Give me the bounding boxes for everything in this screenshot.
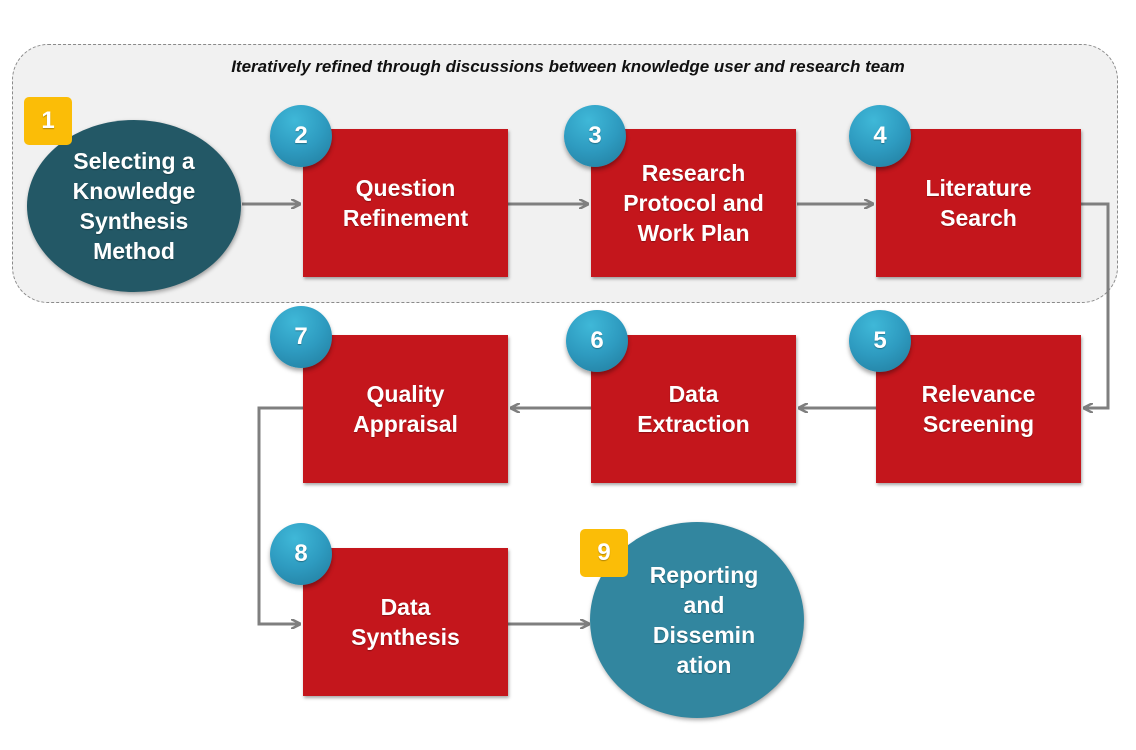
step-5-number: 5 (873, 327, 887, 354)
arrow-7-to-8 (257, 406, 303, 624)
step-2-question-refinement: Question Refinement (303, 129, 508, 277)
step-6-number: 6 (590, 327, 604, 354)
arrow-4-to-5 (1080, 202, 1110, 408)
step-1-number-badge: 1 (24, 97, 72, 145)
step-3-number-badge: 3 (564, 105, 626, 167)
step-5-label: Relevance Screening (921, 381, 1036, 437)
step-1-label: Selecting a Knowledge Synthesis Method (72, 148, 196, 264)
step-8-number: 8 (294, 540, 308, 567)
step-1-number: 1 (41, 107, 55, 134)
step-4-number-badge: 4 (849, 105, 911, 167)
step-4-label: Literature Search (925, 175, 1032, 231)
step-7-number: 7 (294, 323, 308, 350)
step-7-number-badge: 7 (270, 306, 332, 368)
step-3-number: 3 (588, 122, 602, 149)
step-6-label: Data Extraction (637, 381, 750, 437)
step-2-label: Question Refinement (342, 175, 469, 231)
step-8-label: Data Synthesis (351, 594, 460, 650)
step-1-selecting-method: Selecting a Knowledge Synthesis Method (27, 120, 241, 292)
step-9-number: 9 (597, 539, 611, 566)
step-2-number: 2 (294, 122, 308, 149)
step-7-quality-appraisal: Quality Appraisal (303, 335, 508, 483)
step-9-label: Reporting and Dissemin ation (649, 562, 759, 678)
step-8-number-badge: 8 (270, 523, 332, 585)
step-6-number-badge: 6 (566, 310, 628, 372)
step-9-number-badge: 9 (580, 529, 628, 577)
step-8-data-synthesis: Data Synthesis (303, 548, 508, 696)
step-5-relevance-screening: Relevance Screening (876, 335, 1081, 483)
step-7-label: Quality Appraisal (353, 381, 458, 437)
step-5-number-badge: 5 (849, 310, 911, 372)
step-4-number: 4 (873, 122, 887, 149)
step-3-label: Research Protocol and Work Plan (623, 160, 764, 246)
step-2-number-badge: 2 (270, 105, 332, 167)
